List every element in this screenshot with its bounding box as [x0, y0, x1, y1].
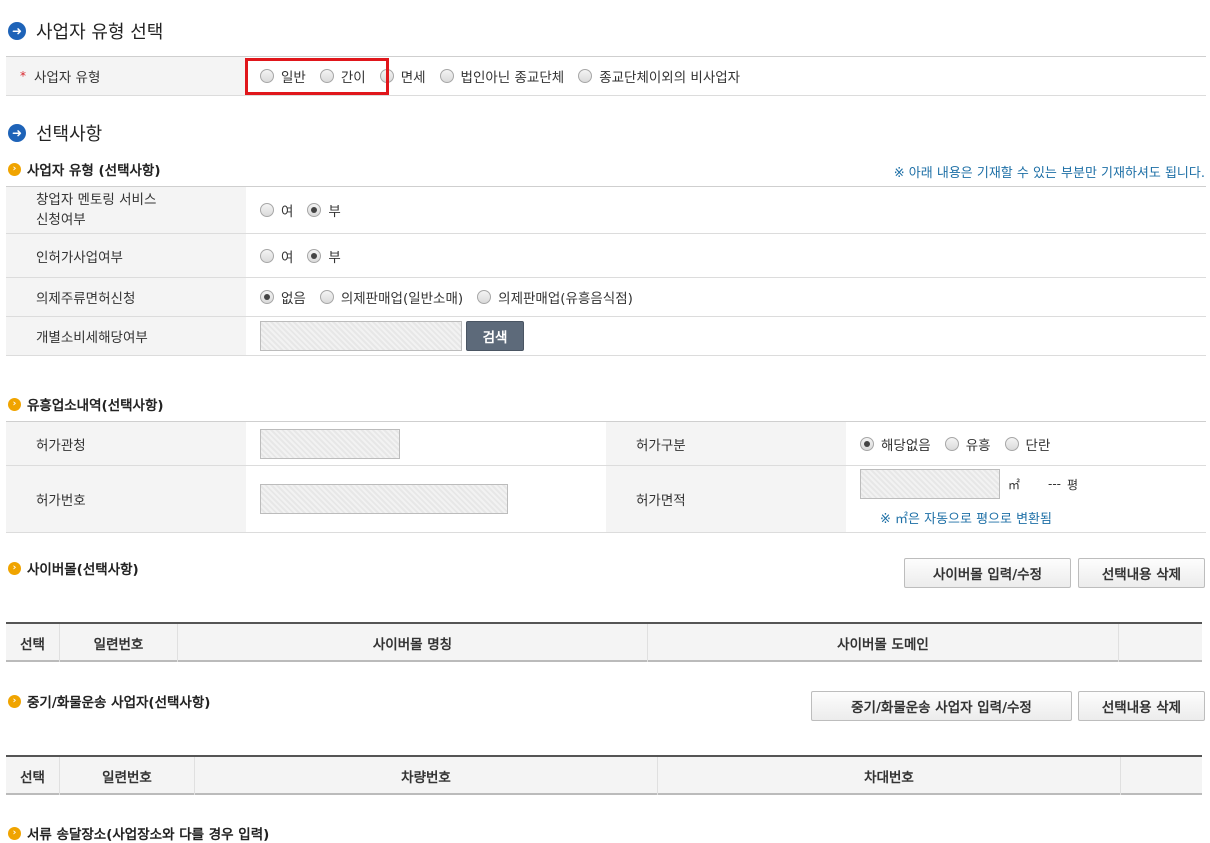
subsection-title-freight: › 중기/화물운송 사업자(선택사항) — [8, 691, 210, 711]
freight-delete-button[interactable]: 선택내용 삭제 — [1078, 691, 1205, 721]
radio-mentoring-yes[interactable]: 여 — [260, 200, 293, 220]
chevron-right-icon: › — [8, 694, 21, 708]
required-mark: * — [20, 69, 26, 83]
arrow-right-icon: ➜ — [8, 124, 26, 142]
radio-permit-danran[interactable]: 단란 — [1004, 434, 1050, 454]
permit-row-1: 허가관청 허가구분 해당없음 유흥 단란 — [6, 421, 1206, 466]
freight-edit-button[interactable]: 중기/화물운송 사업자 입력/수정 — [811, 691, 1072, 721]
radio-liquor-entertain[interactable]: 의제판매업(유흥음식점) — [477, 287, 633, 307]
col-mall-name: 사이버몰 명칭 — [178, 624, 648, 662]
excise-input[interactable] — [260, 321, 462, 351]
freight-table-header: 선택 일련번호 차량번호 차대번호 — [6, 755, 1202, 795]
chevron-right-icon: › — [8, 397, 21, 411]
radio-license-yes[interactable]: 여 — [260, 246, 293, 266]
radio-mentoring-no[interactable]: 부 — [307, 200, 341, 220]
arrow-right-icon: ➜ — [8, 22, 26, 40]
liquor-row: 의제주류면허신청 없음 의제판매업(일반소매) 의제판매업(유흥음식점) — [6, 278, 1206, 317]
section-title-biz-type: ➜ 사업자 유형 선택 — [8, 18, 163, 44]
chevron-right-icon: › — [8, 826, 21, 840]
permit-area-label: 허가면적 — [606, 466, 846, 532]
subsection-title-entertainment: › 유흥업소내역(선택사항) — [8, 394, 164, 414]
permit-office-label: 허가관청 — [6, 422, 246, 465]
excise-row: 개별소비세해당여부 검색 — [6, 317, 1206, 356]
col-vehicle-no: 차량번호 — [195, 757, 658, 795]
pyeong-unit: 평 — [1067, 477, 1079, 492]
radio-permit-entertain[interactable]: 유흥 — [944, 434, 991, 454]
liquor-label: 의제주류면허신청 — [6, 278, 246, 316]
biz-type-label: * 사업자 유형 — [6, 57, 246, 95]
col-serial: 일련번호 — [60, 757, 195, 795]
permit-type-label: 허가구분 — [606, 422, 846, 465]
highlight-box — [245, 58, 389, 95]
mentoring-row: 창업자 멘토링 서비스 신청여부 여 부 — [6, 186, 1206, 234]
col-select: 선택 — [6, 624, 60, 662]
cybermall-edit-button[interactable]: 사이버몰 입력/수정 — [904, 558, 1071, 588]
section-title-optional: ➜ 선택사항 — [8, 120, 102, 146]
excise-label: 개별소비세해당여부 — [6, 317, 246, 355]
radio-permit-none[interactable]: 해당없음 — [860, 434, 931, 454]
radio-religious[interactable]: 법인아닌 종교단체 — [439, 66, 564, 86]
optional-note: ※ 아래 내용은 기재할 수 있는 부분만 기재하셔도 됩니다. — [893, 166, 1205, 181]
permit-no-input[interactable] — [260, 484, 508, 514]
search-button[interactable]: 검색 — [466, 321, 524, 351]
area-unit: ㎡ — [1008, 477, 1021, 492]
pyeong-value: --- — [1048, 477, 1062, 491]
radio-liquor-none[interactable]: 없음 — [260, 287, 306, 307]
subsection-title-delivery: › 서류 송달장소(사업장소와 다를 경우 입력) — [8, 823, 269, 843]
permit-area-input[interactable] — [860, 469, 1000, 499]
subsection-title-biz-optional: › 사업자 유형 (선택사항) — [8, 159, 161, 179]
biz-type-row: * 사업자 유형 일반 간이 면세 법인아닌 종교단체 종교단체이외의 비사업자 — [6, 56, 1206, 96]
radio-license-no[interactable]: 부 — [307, 246, 341, 266]
chevron-right-icon: › — [8, 162, 21, 176]
chevron-right-icon: › — [8, 561, 21, 575]
permit-no-label: 허가번호 — [6, 466, 246, 532]
permit-row-2: 허가번호 허가면적 ㎡ --- 평 ※ ㎡은 자동으로 평으로 변환됨 — [6, 466, 1206, 533]
col-chassis-no: 차대번호 — [658, 757, 1121, 795]
col-serial: 일련번호 — [60, 624, 178, 662]
col-select: 선택 — [6, 757, 60, 795]
area-note: ※ ㎡은 자동으로 평으로 변환됨 — [880, 512, 1052, 527]
mentoring-label: 창업자 멘토링 서비스 신청여부 — [6, 187, 246, 233]
radio-non-business[interactable]: 종교단체이외의 비사업자 — [578, 66, 740, 86]
license-biz-label: 인허가사업여부 — [6, 234, 246, 277]
subsection-title-cybermall: › 사이버몰(선택사항) — [8, 558, 139, 578]
license-biz-row: 인허가사업여부 여 부 — [6, 234, 1206, 278]
cybermall-table-header: 선택 일련번호 사이버몰 명칭 사이버몰 도메인 — [6, 622, 1202, 662]
col-mall-domain: 사이버몰 도메인 — [648, 624, 1119, 662]
radio-liquor-retail[interactable]: 의제판매업(일반소매) — [319, 287, 463, 307]
cybermall-delete-button[interactable]: 선택내용 삭제 — [1078, 558, 1205, 588]
permit-office-input[interactable] — [260, 428, 400, 459]
